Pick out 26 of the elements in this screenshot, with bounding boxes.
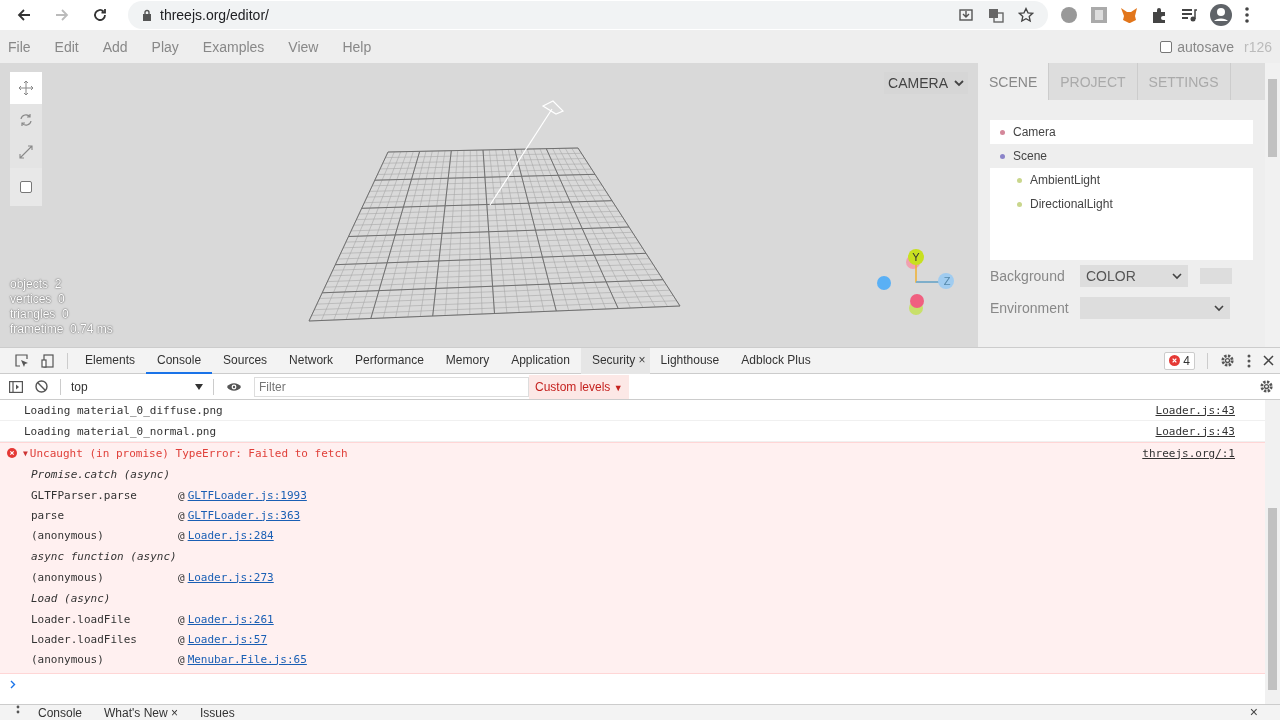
log-message: Loading material_0_normal.png [24, 424, 218, 438]
axis-label: Y [912, 251, 920, 263]
autosave-label: autosave [1177, 38, 1234, 55]
at-sign: @ [178, 508, 185, 522]
function-name: Loader.loadFiles [31, 632, 138, 646]
at-sign: @ [178, 570, 185, 584]
function-name: GLTFParser.parse [31, 488, 138, 502]
property-label: Background [990, 268, 1066, 284]
at-sign: @ [178, 632, 185, 646]
function-name: Loader.loadFile [31, 612, 132, 626]
at-sign: @ [178, 528, 185, 542]
at-sign: @ [178, 652, 185, 666]
async-label: Load (async) [30, 590, 112, 607]
function-name: (anonymous) [31, 528, 105, 542]
stat-text: objects 2 [10, 277, 113, 292]
axis-label: Z [943, 275, 951, 287]
function-name: (anonymous) [31, 652, 105, 666]
function-name: (anonymous) [31, 570, 105, 584]
error-message: Uncaught (in promise) TypeError: Failed to fetch [29, 446, 349, 460]
async-label: async function (async) [30, 548, 178, 565]
at-sign: @ [178, 612, 185, 626]
async-label: Promise.catch (async) [30, 466, 172, 483]
at-sign: @ [178, 488, 185, 502]
log-message: Loading material_0_diffuse.png [24, 403, 224, 417]
function-name: parse [31, 508, 66, 522]
property-label: Environment [990, 300, 1070, 316]
